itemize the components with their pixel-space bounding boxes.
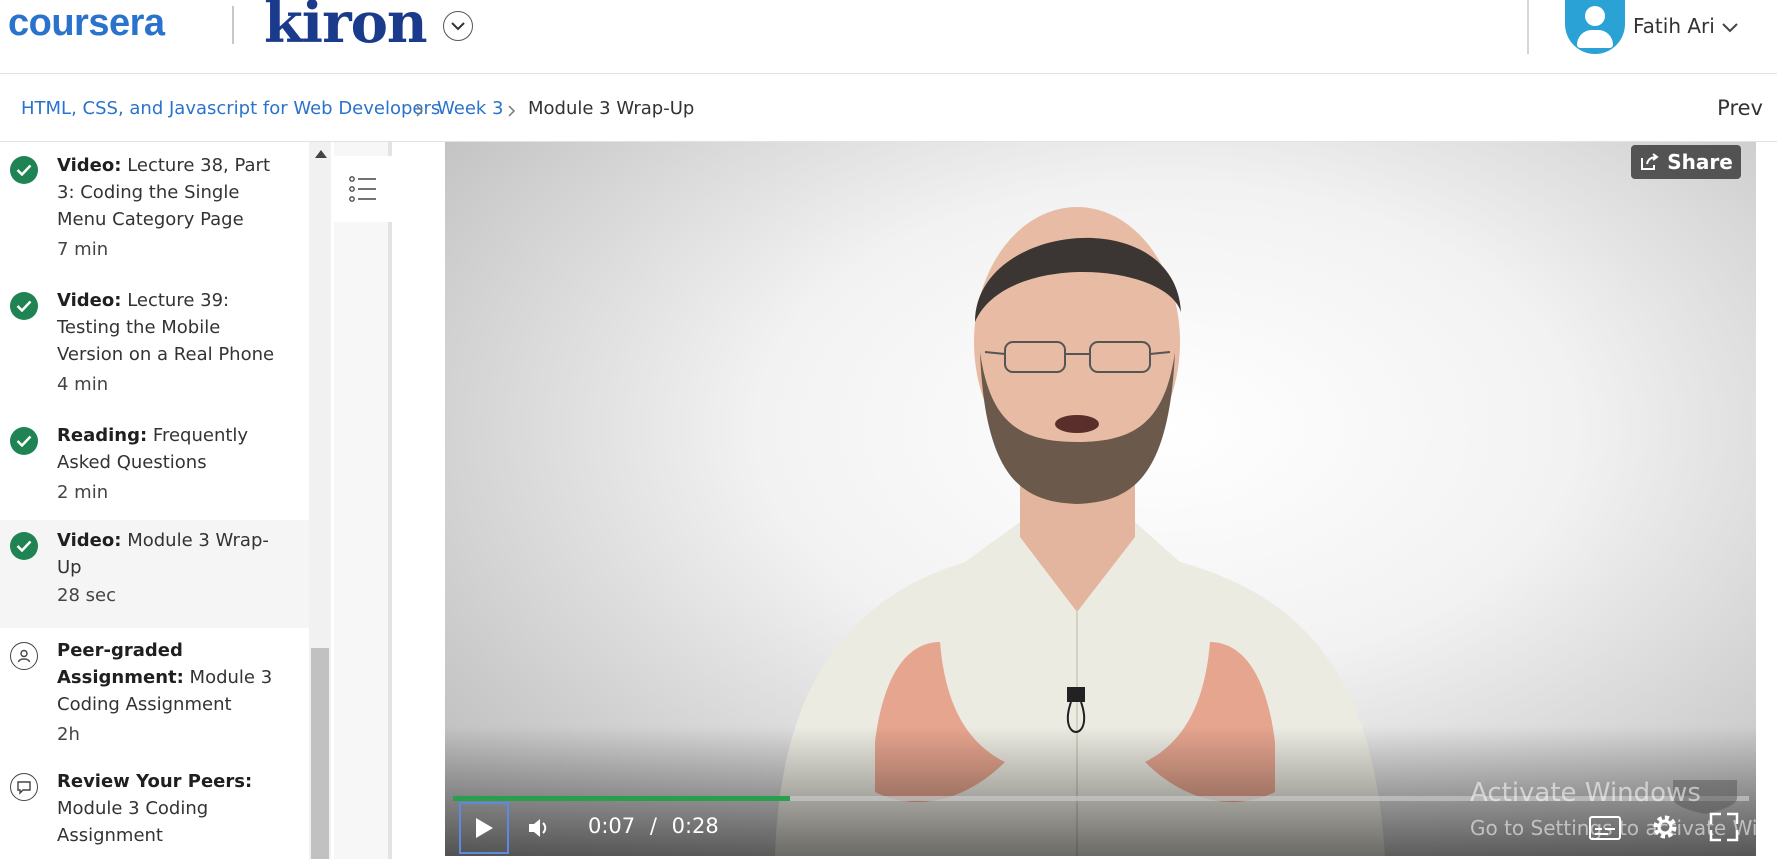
fullscreen-icon[interactable]: [1707, 810, 1741, 844]
item-duration: 4 min: [57, 374, 109, 395]
breadcrumb-course[interactable]: HTML, CSS, and Javascript for Web Develo…: [21, 98, 440, 119]
course-outline: Video: Lecture 38, Part 3: Coding the Si…: [0, 142, 309, 859]
chevron-down-icon[interactable]: [443, 11, 473, 41]
checkmark-icon: [10, 292, 38, 320]
list-item[interactable]: Reading: Frequently Asked Questions 2 mi…: [0, 405, 309, 513]
prev-button[interactable]: Prev: [1717, 96, 1763, 120]
chevron-right-icon: [416, 102, 424, 121]
total-time: 0:28: [671, 814, 719, 838]
peer-graded-icon: [10, 642, 38, 670]
item-duration: 2 min: [57, 482, 109, 503]
item-type: Video:: [57, 155, 122, 176]
breadcrumb-current: Module 3 Wrap-Up: [528, 98, 695, 119]
item-title: Module 3 Coding Assignment: [57, 798, 209, 846]
share-button[interactable]: Share: [1631, 145, 1741, 179]
time-separator: /: [649, 814, 657, 838]
outline-toggle-panel: [334, 142, 392, 859]
share-icon: [1641, 153, 1659, 170]
play-icon: [476, 818, 493, 838]
chevron-down-icon[interactable]: [1722, 18, 1738, 37]
list-item-active[interactable]: Video: Module 3 Wrap-Up 28 sec: [0, 520, 309, 628]
user-icon: [1585, 6, 1605, 26]
share-label: Share: [1667, 150, 1733, 174]
avatar[interactable]: [1565, 0, 1625, 54]
scrollbar-thumb[interactable]: [311, 648, 329, 859]
captions-icon[interactable]: [1588, 812, 1622, 844]
item-type: Video:: [57, 530, 122, 551]
item-type: Video:: [57, 290, 122, 311]
gear-icon[interactable]: [1648, 810, 1682, 844]
activate-windows-title: Activate Windows: [1470, 778, 1701, 808]
list-item[interactable]: Video: Lecture 38, Part 3: Coding the Si…: [0, 142, 309, 270]
checkmark-icon: [10, 532, 38, 560]
breadcrumb-week[interactable]: Week 3: [437, 98, 504, 119]
checkmark-icon: [10, 427, 38, 455]
item-type: Review Your Peers:: [57, 771, 253, 792]
list-item[interactable]: Peer-graded Assignment: Module 3 Coding …: [0, 628, 309, 763]
video-player[interactable]: Share 0:07 / 0:28 Activate Windows Go to…: [445, 142, 1756, 856]
list-icon[interactable]: [334, 156, 392, 222]
list-item[interactable]: Video: Lecture 39: Testing the Mobile Ve…: [0, 270, 309, 405]
item-duration: 28 sec: [57, 585, 116, 606]
review-icon: [10, 773, 38, 801]
scroll-up-arrow-icon[interactable]: [315, 150, 327, 158]
volume-button[interactable]: [521, 810, 557, 846]
item-duration: 7 min: [57, 239, 109, 260]
item-duration: 2h: [57, 724, 80, 745]
item-type: Reading:: [57, 425, 148, 446]
list-item[interactable]: Review Your Peers: Module 3 Coding Assig…: [0, 763, 309, 859]
coursera-logo[interactable]: coursera: [8, 2, 165, 45]
volume-icon: [529, 819, 547, 837]
header-divider: [1527, 0, 1529, 54]
checkmark-icon: [10, 156, 38, 184]
progress-fill: [453, 796, 790, 801]
item-type: Peer-graded Assignment:: [57, 640, 184, 688]
breadcrumb: HTML, CSS, and Javascript for Web Develo…: [0, 74, 1777, 142]
time-display: 0:07 / 0:28: [588, 814, 719, 838]
current-time: 0:07: [588, 814, 636, 838]
kiron-logo[interactable]: kiron: [264, 0, 428, 56]
play-button[interactable]: [459, 802, 509, 854]
user-name[interactable]: Fatih Ari: [1633, 14, 1715, 38]
top-header: coursera kiron Fatih Ari: [0, 0, 1777, 74]
chevron-right-icon: [508, 102, 516, 121]
logo-divider: [232, 6, 234, 44]
